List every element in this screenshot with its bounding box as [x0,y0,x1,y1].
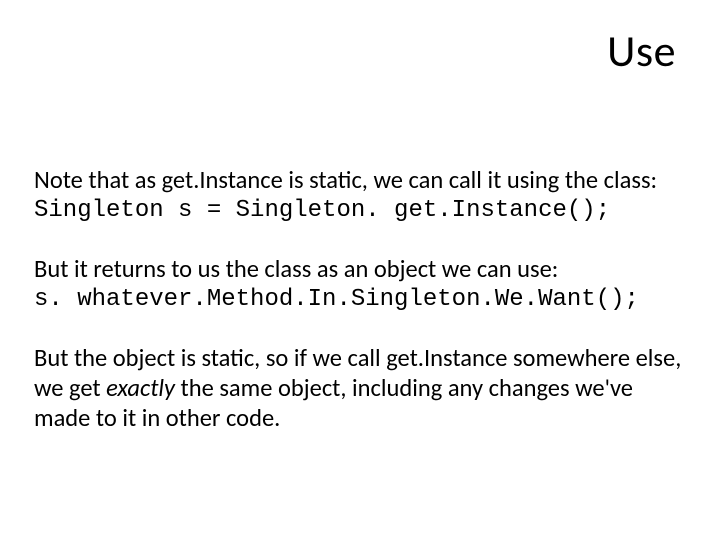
paragraph-3: But the object is static, so if we call … [34,344,686,434]
spacer [34,314,686,344]
code-line-1: Singleton s = Singleton. get.Instance(); [34,196,686,225]
paragraph-1: Note that as get.Instance is static, we … [34,166,686,196]
code-line-2: s. whatever.Method.In.Singleton.We.Want(… [34,285,686,314]
paragraph-3-run-2-italic: exactly [106,373,180,403]
slide: Use Note that as get.Instance is static,… [0,0,720,540]
paragraph-2: But it returns to us the class as an obj… [34,255,686,285]
spacer [34,225,686,255]
slide-title: Use [607,24,676,78]
slide-body: Note that as get.Instance is static, we … [34,166,686,434]
